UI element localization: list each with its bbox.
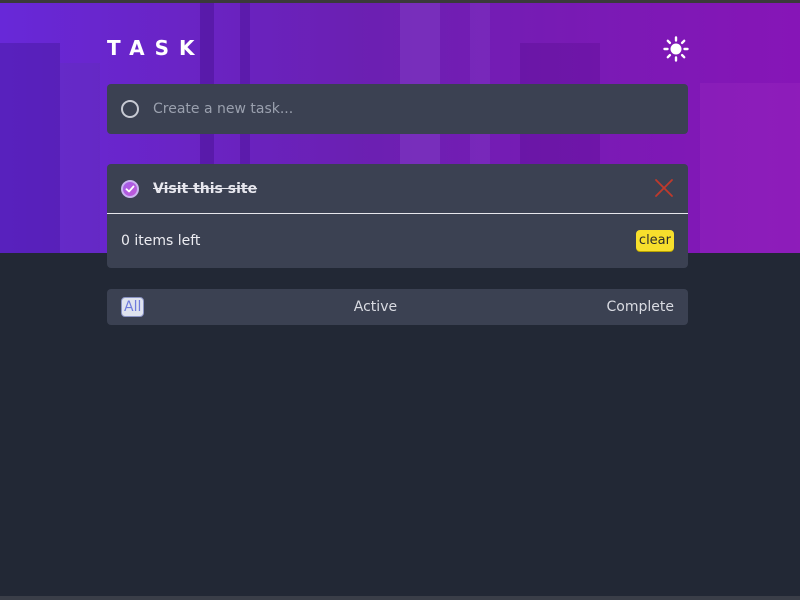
delete-task-button[interactable]	[654, 178, 674, 198]
theme-toggle-button[interactable]	[662, 35, 690, 63]
checkmark-icon	[125, 185, 135, 192]
check-circle-icon[interactable]	[121, 179, 139, 198]
list-footer: 0 items left clear	[107, 214, 688, 267]
window-bottom-border	[0, 596, 800, 600]
filter-bar: All Active Complete	[107, 289, 688, 325]
filter-active-button[interactable]: Active	[354, 299, 397, 315]
filter-all-button[interactable]: All	[121, 297, 145, 317]
task-item: Visit this site	[107, 164, 688, 214]
task-list: Visit this site 0 items left clear	[107, 164, 688, 268]
items-left-count: 0 items left	[121, 232, 201, 249]
cross-icon	[655, 179, 673, 197]
clear-completed-button[interactable]: clear	[635, 230, 674, 251]
filter-complete-button[interactable]: Complete	[607, 299, 674, 315]
sun-icon	[663, 36, 689, 62]
new-task-card	[107, 84, 688, 134]
circle-icon	[121, 100, 139, 118]
new-task-input[interactable]	[153, 91, 688, 127]
app-title: TASK	[107, 36, 205, 60]
task-text: Visit this site	[153, 180, 258, 197]
